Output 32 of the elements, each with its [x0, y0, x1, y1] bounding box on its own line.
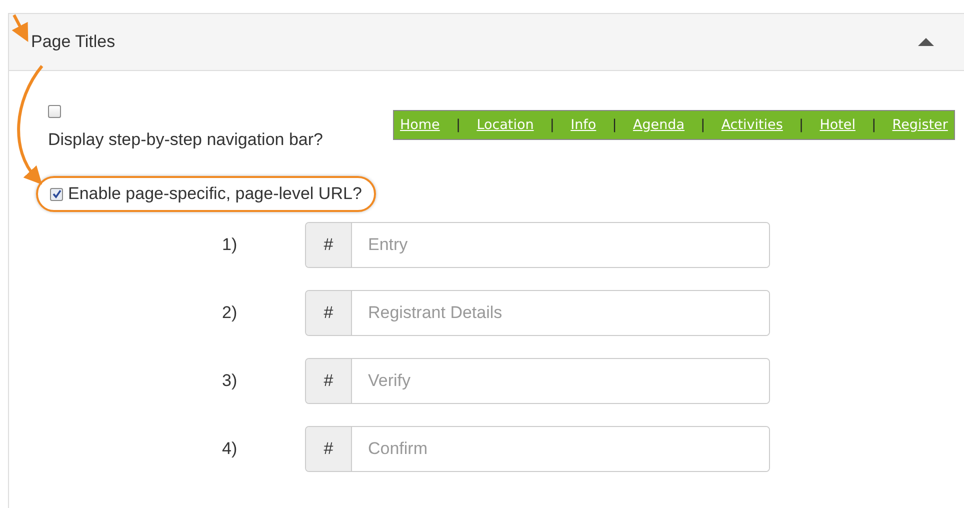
- checkbox-label: Display step-by-step navigation bar?: [48, 130, 323, 150]
- row-number: 2): [221, 303, 238, 323]
- checkbox[interactable]: [50, 188, 63, 200]
- nav-link[interactable]: Activities: [721, 117, 783, 133]
- hash-prefix: #: [306, 291, 352, 335]
- nav-separator: |: [700, 117, 706, 133]
- url-input-field[interactable]: # Confirm: [305, 426, 770, 472]
- nav-link[interactable]: Info: [570, 117, 596, 133]
- nav-separator: |: [456, 117, 461, 133]
- hash-prefix: #: [306, 223, 352, 267]
- checkbox[interactable]: [48, 105, 61, 118]
- url-input-field[interactable]: # Verify: [305, 358, 770, 404]
- nav-link[interactable]: Register: [892, 117, 948, 133]
- nav-link[interactable]: Location: [476, 117, 534, 133]
- nav-separator: |: [612, 117, 617, 133]
- row-number: 1): [221, 235, 238, 255]
- nav-separator: |: [799, 117, 804, 133]
- checkbox-label: Enable page-specific, page-level URL?: [68, 184, 362, 204]
- nav-link[interactable]: Agenda: [632, 117, 684, 133]
- panel-title: Page Titles: [31, 32, 116, 52]
- hash-prefix: #: [306, 427, 352, 471]
- nav-separator: |: [550, 117, 554, 133]
- url-input-field[interactable]: # Registrant Details: [305, 290, 770, 336]
- nav-link[interactable]: Home: [400, 117, 440, 133]
- hash-prefix: #: [306, 359, 352, 403]
- nav-separator: |: [872, 117, 876, 133]
- row-number: 4): [221, 439, 238, 459]
- collapse-caret-icon[interactable]: [918, 38, 934, 46]
- annotation-arrow: [12, 14, 28, 42]
- row-number: 3): [221, 371, 238, 391]
- url-input-field[interactable]: # Entry: [305, 222, 770, 268]
- nav-link[interactable]: Hotel: [820, 117, 856, 133]
